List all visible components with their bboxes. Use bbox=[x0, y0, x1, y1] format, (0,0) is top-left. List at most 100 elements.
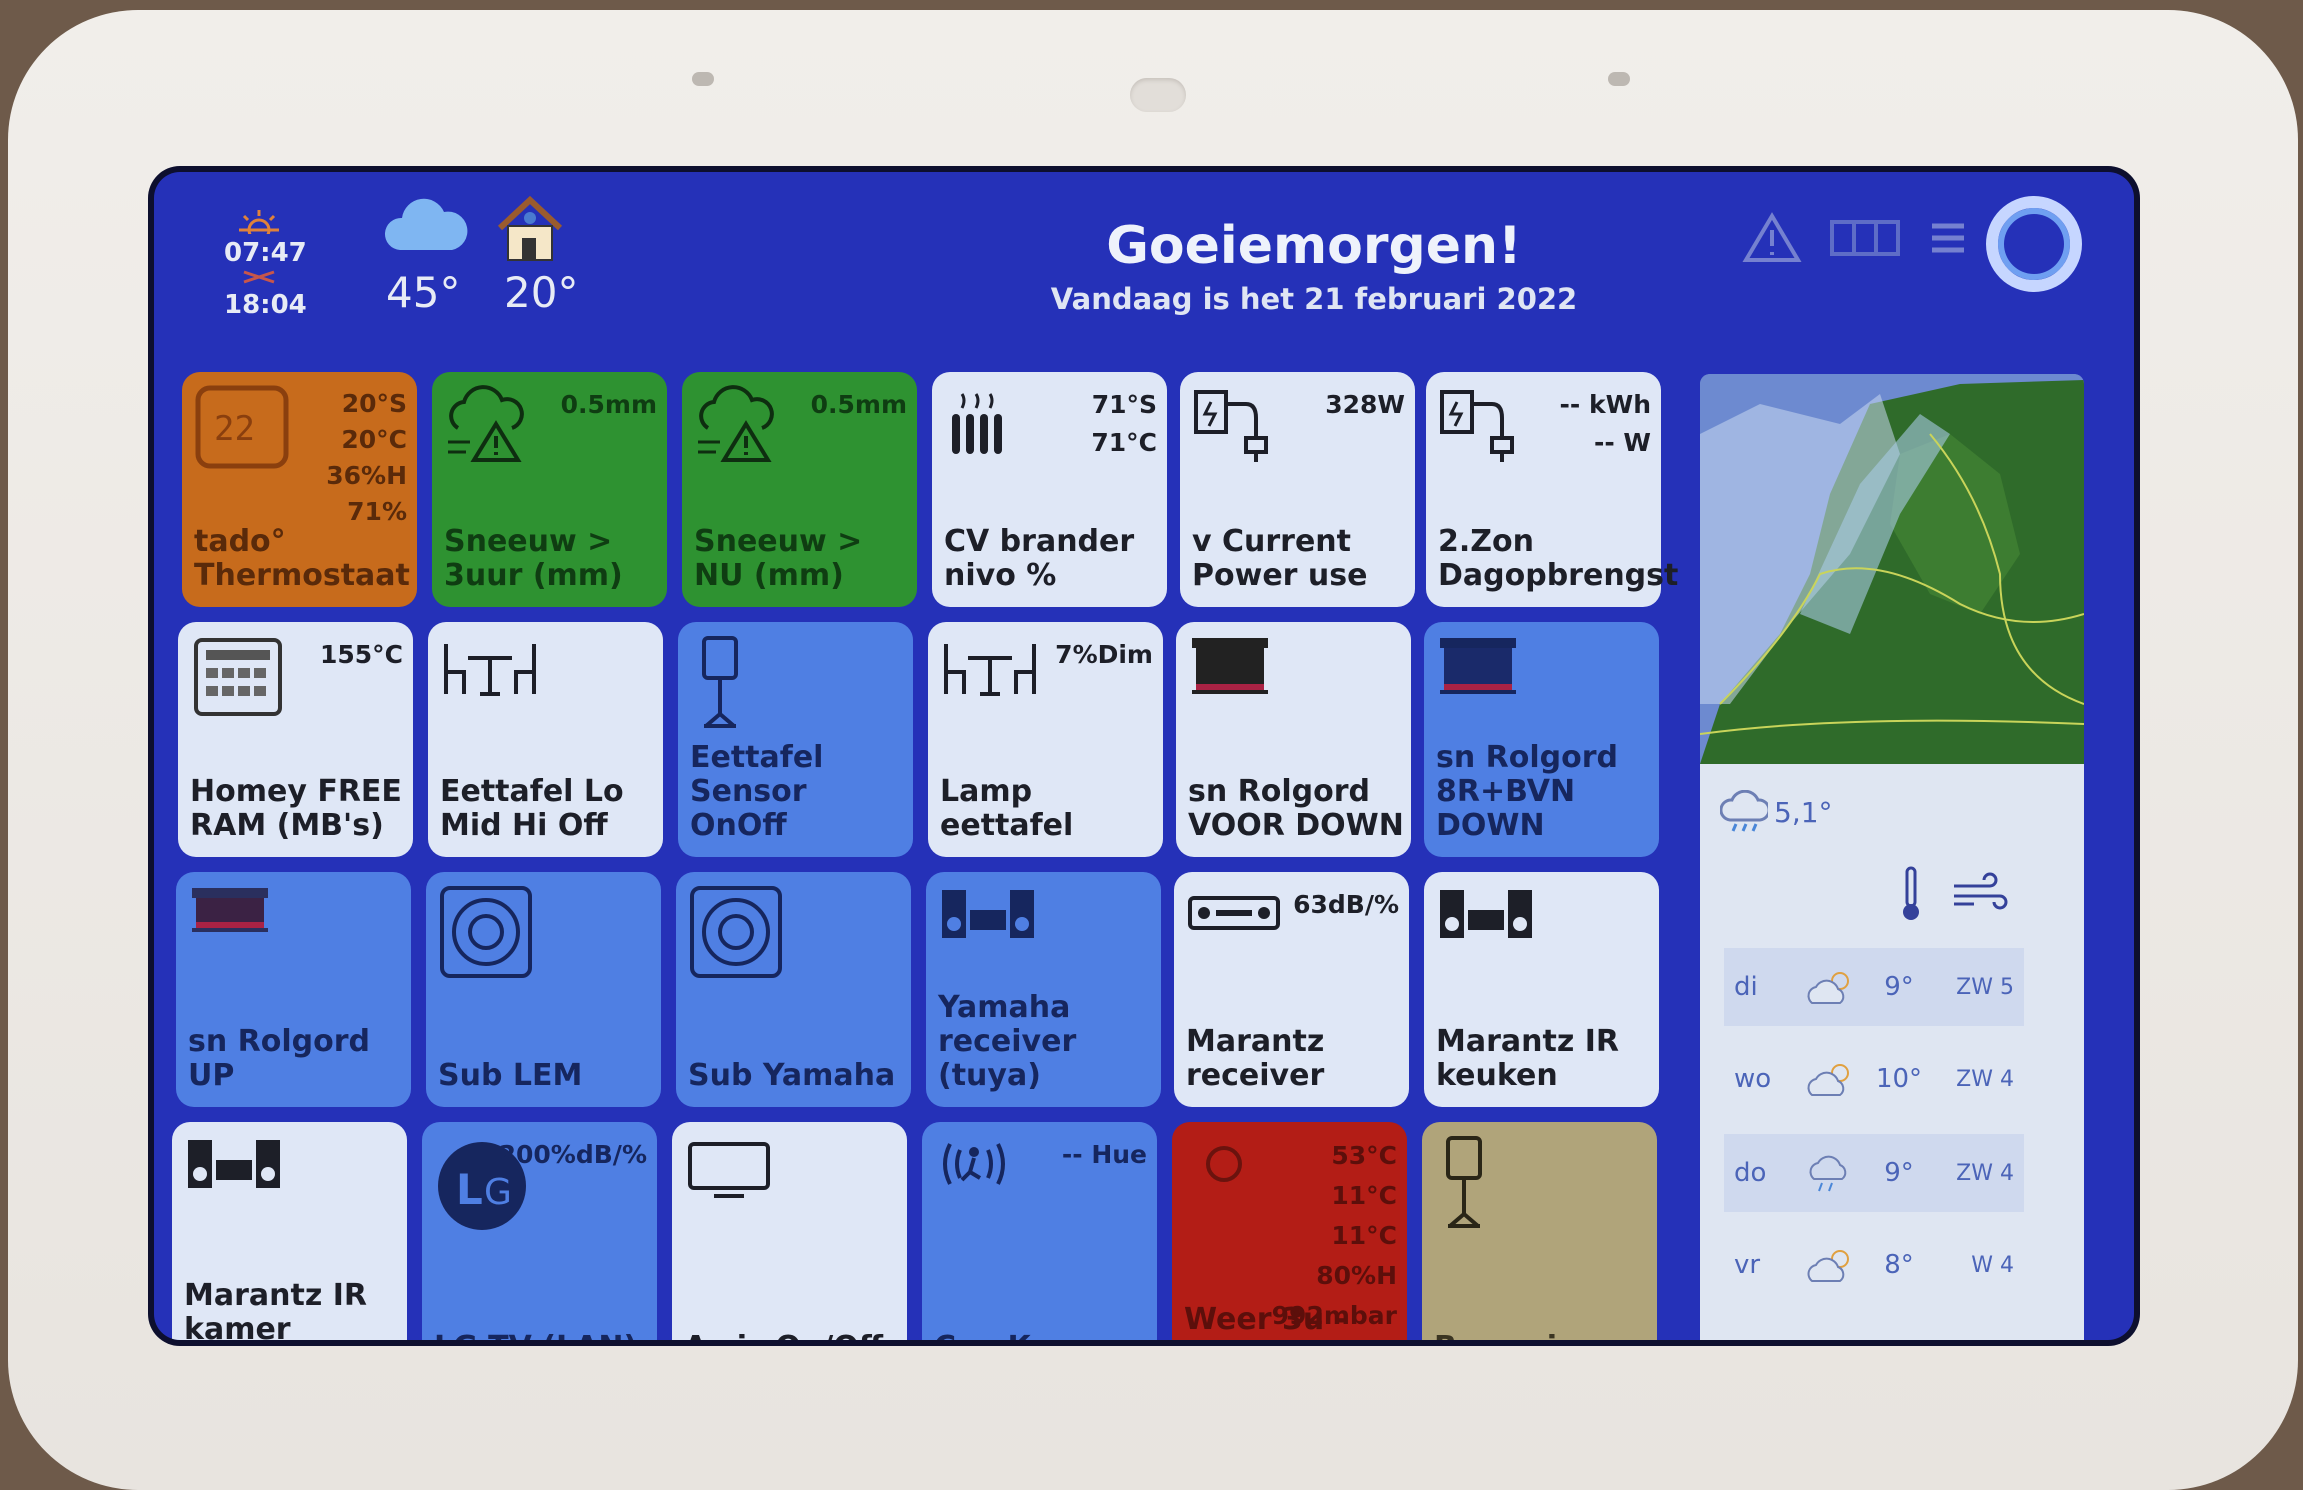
tile-values: 71°S 71°C bbox=[1091, 390, 1157, 457]
tile-label: Sneeuw > 3uur (mm) bbox=[444, 524, 623, 593]
date-line: Vandaag is het 21 februari 2022 bbox=[1050, 282, 1578, 316]
sunrise-icon bbox=[239, 210, 279, 242]
mic-hole bbox=[1608, 72, 1630, 86]
snow-warning-icon bbox=[448, 385, 524, 462]
tile-tado-thermostaat[interactable]: 22 20°S 20°C 36%H 71% tado° Thermostaat bbox=[182, 372, 417, 607]
outdoor-temp: 45° bbox=[386, 268, 461, 317]
forecast-wind: ZW 4 bbox=[1956, 1066, 2014, 1092]
house-icon bbox=[497, 195, 563, 261]
forecast-wind: W 4 bbox=[1971, 1252, 2014, 1278]
tile-weer-3u-regen[interactable]: 53°C11°C11°C80%H992mbar Weer 3u - Regen bbox=[1172, 1122, 1407, 1340]
sunset-icon bbox=[243, 270, 275, 284]
svg-text:L: L bbox=[456, 1165, 483, 1214]
tile-values: 20°S 20°C 36%H 71% bbox=[326, 389, 407, 526]
forecast-day: wo bbox=[1734, 1064, 1772, 1094]
tile-label: CamKamer bbox=[934, 1331, 1151, 1341]
lamp-icon bbox=[1446, 1136, 1482, 1228]
tile-label: sn Rolgord VOOR DOWN bbox=[1188, 774, 1404, 843]
tile-rolgord-8r-bvn-down[interactable]: sn Rolgord 8R+BVN DOWN bbox=[1424, 622, 1659, 857]
tile-value: 7%Dim bbox=[1055, 640, 1153, 669]
tile-rolgord-voor-down[interactable]: sn Rolgord VOOR DOWN bbox=[1176, 622, 1411, 857]
forecast-day: do bbox=[1734, 1158, 1767, 1188]
tile-current-power[interactable]: 328W v Current Power use bbox=[1180, 372, 1415, 607]
tile-sneeuw-nu[interactable]: 0.5mm Sneeuw > NU (mm) bbox=[682, 372, 917, 607]
forecast-row: do 9° ZW 4 bbox=[1724, 1134, 2024, 1212]
current-temp: 5,1° bbox=[1774, 796, 1833, 829]
motion-sensor-icon bbox=[943, 1143, 1005, 1185]
rain-icon bbox=[1809, 1155, 1847, 1192]
header-bar: 07:47 18:04 45° 20° Goeiemorgen! Vandaag… bbox=[154, 172, 2134, 372]
tile-label: Eettafel Sensor OnOff bbox=[690, 740, 824, 843]
tile-beweging[interactable]: Beweging bbox=[1422, 1122, 1657, 1340]
tile-label: Weer 3u - Regen bbox=[1184, 1302, 1348, 1341]
tile-label: Eettafel Lo Mid Hi Off bbox=[440, 774, 624, 843]
greeting-title: Goeiemorgen! bbox=[1106, 216, 1522, 276]
tile-marantz-ir-keuken[interactable]: Marantz IR keuken bbox=[1424, 872, 1659, 1107]
thermostat-icon: 22 bbox=[195, 385, 289, 469]
plug-icon bbox=[1194, 390, 1268, 462]
tile-sneeuw-3uur[interactable]: 0.5mm Sneeuw > 3uur (mm) bbox=[432, 372, 667, 607]
tile-yamaha-receiver[interactable]: Yamaha receiver (tuya) bbox=[926, 872, 1161, 1107]
sunrise-time: 07:47 bbox=[224, 238, 307, 268]
lamp-icon bbox=[702, 636, 738, 728]
tile-zon-dagopbrengst[interactable]: -- kWh -- W 2.Zon Dagopbrengst bbox=[1426, 372, 1679, 607]
tile-cv-brander[interactable]: 71°S 71°C CV brander nivo % bbox=[932, 372, 1167, 607]
forecast-wind: ZW 5 bbox=[1956, 974, 2014, 1000]
tile-label: 2.Zon Dagopbrengst bbox=[1438, 524, 1679, 593]
tile-value: 63dB/% bbox=[1293, 890, 1399, 919]
tile-lamp-eettafel[interactable]: 7%Dim Lamp eettafel bbox=[928, 622, 1163, 857]
tile-label: sn Rolgord UP bbox=[188, 1024, 371, 1093]
tile-values: -- kWh -- W bbox=[1559, 390, 1651, 457]
tile-sub-lem[interactable]: Sub LEM bbox=[426, 872, 661, 1107]
tile-label: Marantz IR keuken bbox=[1436, 1024, 1620, 1093]
forecast-row: wo 10° ZW 4 bbox=[1724, 1040, 2024, 1118]
tile-value: 0.5mm bbox=[810, 390, 907, 419]
tile-label: sn Rolgord 8R+BVN DOWN bbox=[1436, 740, 1619, 843]
tile-lg-tv[interactable]: LG 200%dB/% LG TV (LAN) bbox=[422, 1122, 657, 1340]
thermometer-icon bbox=[1903, 866, 1919, 920]
homey-icon bbox=[194, 638, 282, 716]
tile-label: Sub Yamaha bbox=[688, 1058, 896, 1093]
tile-homey-free-ram[interactable]: 155°C Homey FREE RAM (MB's) bbox=[178, 622, 413, 857]
tile-marantz-ir-kamer[interactable]: Marantz IR kamer bbox=[172, 1122, 407, 1340]
tile-value: 155°C bbox=[319, 640, 403, 669]
camera-sensor bbox=[1130, 78, 1186, 112]
receiver-icon bbox=[1188, 896, 1280, 930]
forecast-temp: 10° bbox=[1875, 1064, 1923, 1094]
tile-rolgord-up[interactable]: sn Rolgord UP bbox=[176, 872, 411, 1107]
forecast-wind: ZW 4 bbox=[1956, 1160, 2014, 1186]
tile-camkamer[interactable]: -- Hue CamKamer bbox=[922, 1122, 1157, 1340]
menu-icon[interactable] bbox=[1928, 220, 1968, 256]
tile-eettafel-lo-mid-hi[interactable]: Eettafel Lo Mid Hi Off bbox=[428, 622, 663, 857]
tile-label: v Current Power use bbox=[1192, 524, 1368, 593]
smart-display-device: 07:47 18:04 45° 20° Goeiemorgen! Vandaag… bbox=[8, 10, 2298, 1490]
assistant-ring-icon[interactable] bbox=[1986, 196, 2082, 292]
tile-value: 328W bbox=[1325, 390, 1405, 419]
tile-arris[interactable]: Arris On/Off bbox=[672, 1122, 907, 1340]
warning-icon[interactable] bbox=[1742, 212, 1802, 264]
forecast-temp: 9° bbox=[1884, 972, 1914, 1002]
greeting-block: Goeiemorgen! Vandaag is het 21 februari … bbox=[914, 216, 1714, 316]
stereo-icon bbox=[188, 1140, 280, 1188]
toolbar bbox=[1742, 212, 1968, 264]
sun-cloud-icon bbox=[1807, 972, 1849, 1004]
tile-marantz-receiver[interactable]: 63dB/% Marantz receiver bbox=[1174, 872, 1409, 1107]
grid-icon[interactable] bbox=[1830, 218, 1900, 258]
forecast-row: di 9° ZW 5 bbox=[1724, 948, 2024, 1026]
sun-cloud-icon bbox=[1807, 1064, 1849, 1096]
weather-forecast-panel: 5,1° di 9° ZW 5 wo 10° ZW 4 do 9° ZW 4 v… bbox=[1700, 764, 2084, 1340]
tile-label: CV brander nivo % bbox=[944, 524, 1135, 593]
stereo-icon bbox=[942, 890, 1034, 938]
dining-table-icon bbox=[944, 644, 1036, 696]
tile-eettafel-sensor[interactable]: Eettafel Sensor OnOff bbox=[678, 622, 913, 857]
forecast-temp: 8° bbox=[1884, 1250, 1914, 1280]
tile-label: Sub LEM bbox=[438, 1058, 583, 1093]
snow-warning-icon bbox=[698, 385, 774, 462]
weather-radar-map[interactable] bbox=[1700, 374, 2084, 764]
tile-sub-yamaha[interactable]: Sub Yamaha bbox=[676, 872, 911, 1107]
tile-label: Lamp eettafel bbox=[940, 774, 1074, 843]
forecast-day: vr bbox=[1734, 1250, 1761, 1280]
tile-label: Sneeuw > NU (mm) bbox=[694, 524, 863, 593]
sun-times: 07:47 18:04 bbox=[224, 208, 307, 320]
forecast-day: di bbox=[1734, 972, 1758, 1002]
